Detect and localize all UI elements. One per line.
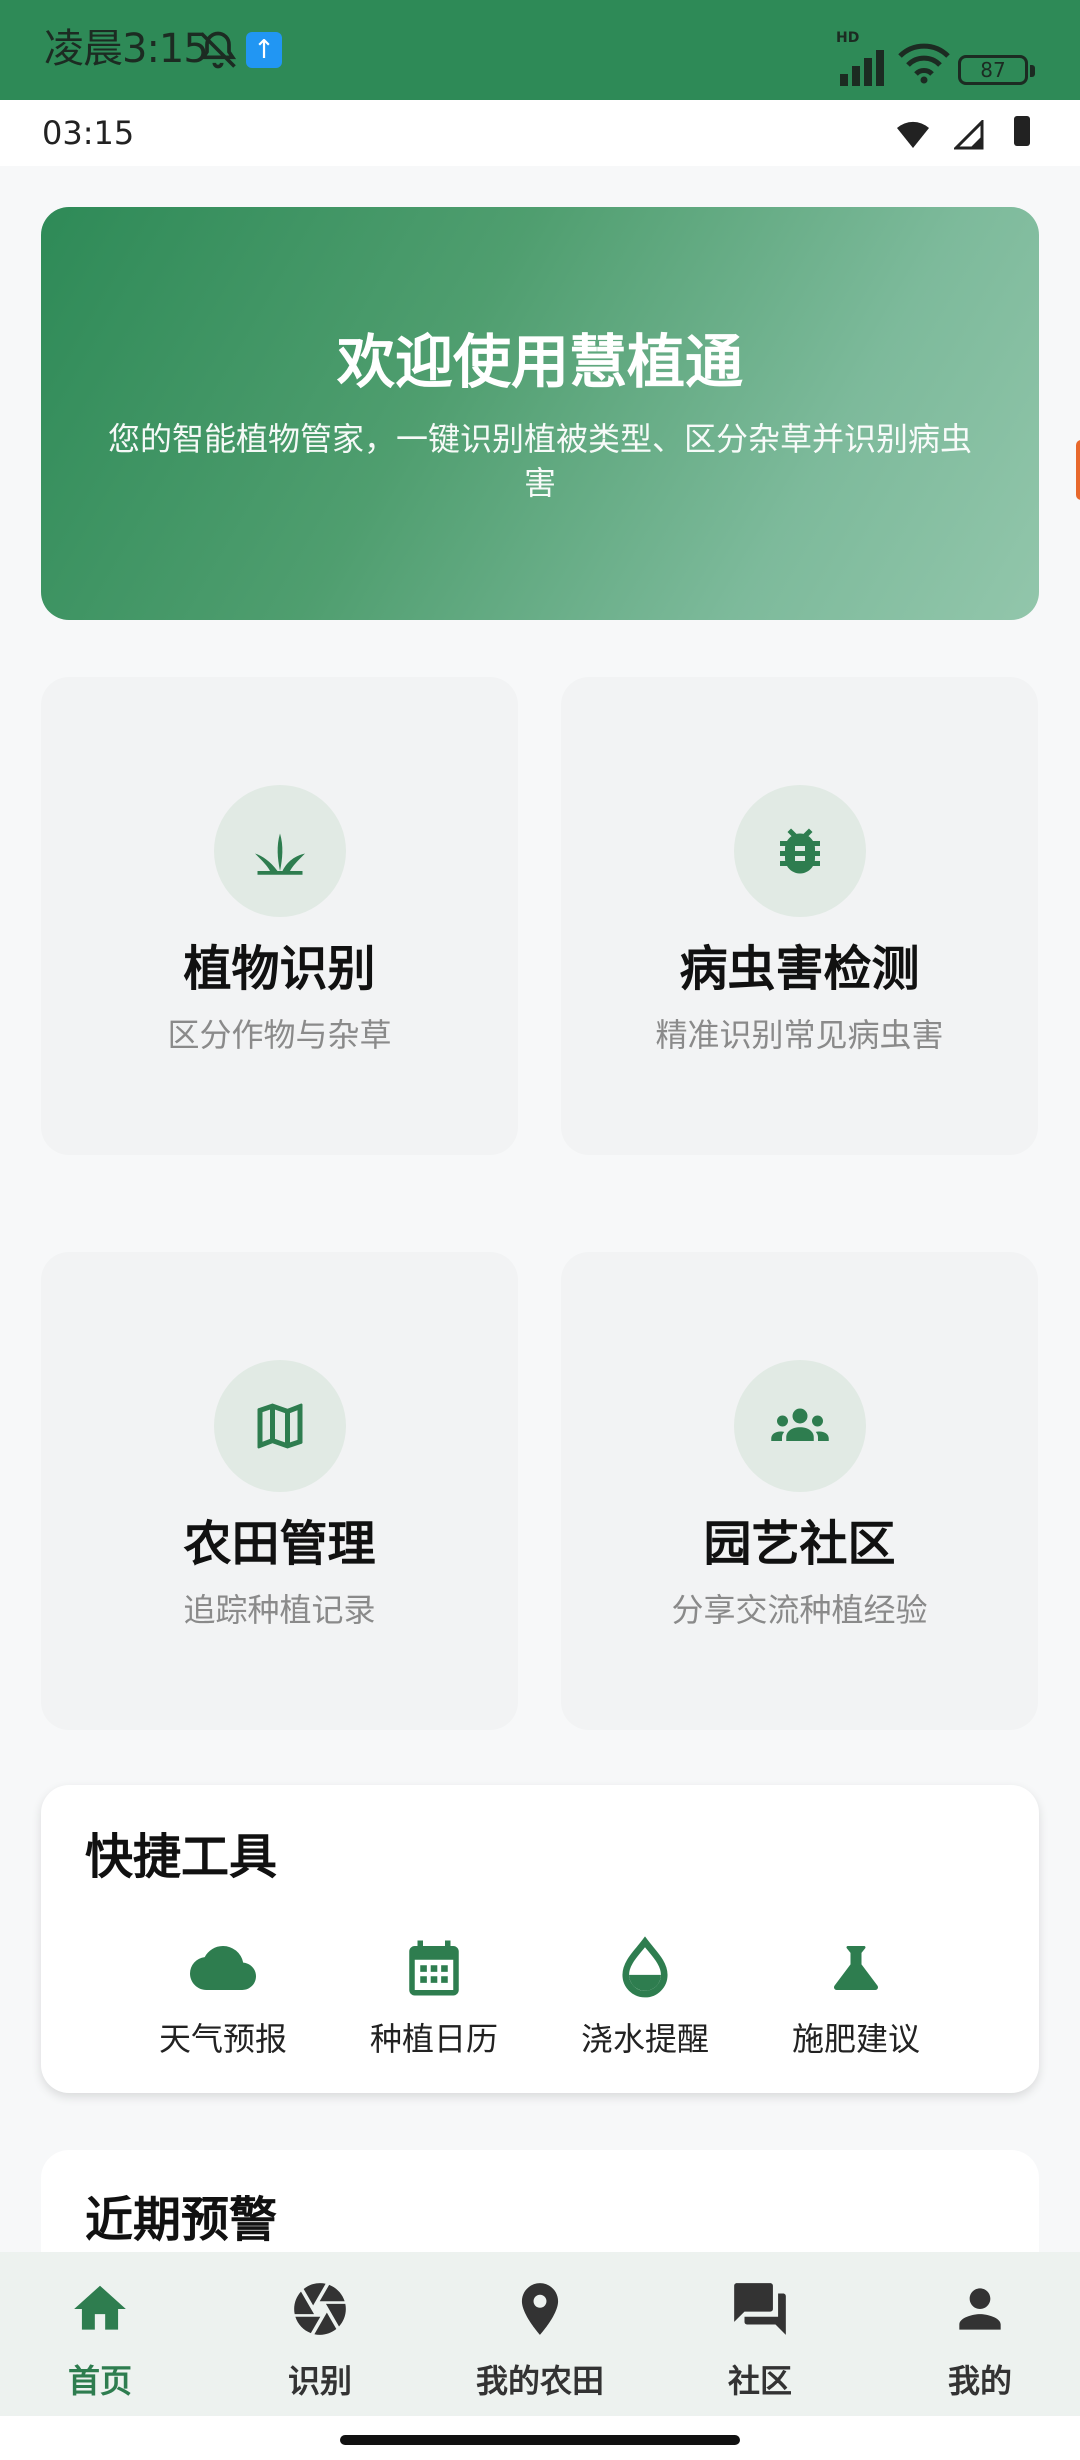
nav-label: 社区 [727,2362,792,2400]
tool-label: 天气预报 [158,2020,287,2058]
nav-label: 首页 [67,2362,132,2400]
tool-weather[interactable]: 天气预报 [123,1935,323,2065]
nav-label: 我的 [947,2362,1012,2400]
feature-title: 植物识别 [183,941,376,997]
bottom-navigation: 首页 识别 我的农田 社区 我的 [0,2252,1080,2416]
nav-profile[interactable]: 我的 [880,2278,1080,2400]
camera-aperture-icon [294,2283,346,2335]
home-icon [74,2285,126,2330]
map-icon [257,1403,303,1449]
tool-planting-calendar[interactable]: 种植日历 [334,1935,534,2065]
feature-card-field-management[interactable]: 农田管理 追踪种植记录 [41,1252,518,1730]
upload-notification-icon: ↑ [246,32,282,68]
feature-card-plant-id[interactable]: 植物识别 区分作物与杂草 [41,677,518,1155]
groups-icon [771,1408,829,1441]
home-gesture-bar[interactable] [340,2435,740,2445]
feature-title: 病虫害检测 [679,941,920,997]
chat-forum-icon [734,2283,786,2335]
tool-fertilizer-advice[interactable]: 施肥建议 [756,1935,956,2065]
app-clock: 03:15 [42,114,135,152]
cellular-signal-icon [954,120,984,150]
tool-label: 种植日历 [369,2020,498,2058]
calendar-icon [409,1940,459,1996]
feature-title: 农田管理 [183,1516,376,1572]
bug-icon [780,828,820,874]
battery-icon [1014,116,1030,146]
cloud-icon [190,1946,256,1990]
nav-my-fields[interactable]: 我的农田 [440,2278,640,2400]
tool-watering-reminder[interactable]: 浇水提醒 [545,1935,745,2065]
tool-label: 浇水提醒 [580,2020,709,2058]
location-pin-icon [521,2283,559,2335]
nav-label: 识别 [287,2362,352,2400]
nav-identify[interactable]: 识别 [220,2278,420,2400]
network-badge: HD [836,30,860,46]
feature-card-community[interactable]: 园艺社区 分享交流种植经验 [561,1252,1038,1730]
welcome-banner: 欢迎使用慧植通 您的智能植物管家，一键识别植被类型、区分杂草并识别病虫害 [41,207,1039,620]
battery-level: 87 [958,55,1035,85]
nav-home[interactable]: 首页 [0,2278,200,2400]
grass-icon [255,833,305,875]
wifi-icon [897,121,929,148]
feature-subtitle: 精准识别常见病虫害 [655,1016,944,1054]
feature-subtitle: 区分作物与杂草 [167,1016,392,1054]
flask-icon [834,1946,878,1990]
wifi-icon [898,43,950,84]
cellular-signal-icon [840,50,884,86]
welcome-subtitle: 您的智能植物管家，一键识别植被类型、区分杂草并识别病虫害 [107,420,972,502]
edge-floating-tab[interactable] [1076,440,1080,500]
system-clock: 凌晨3:15 [44,26,209,72]
water-drop-icon [622,1936,668,1998]
nav-label: 我的农田 [475,2362,604,2400]
bell-muted-icon [199,31,237,69]
quick-tools-panel: 快捷工具 天气预报 种植日历 浇水提醒 施肥建议 [41,1785,1039,2093]
welcome-title: 欢迎使用慧植通 [336,328,743,396]
recent-alerts-title: 近期预警 [85,2192,278,2248]
nav-community[interactable]: 社区 [660,2278,860,2400]
feature-subtitle: 追踪种植记录 [183,1591,376,1629]
person-icon [959,2288,1001,2330]
quick-tools-title: 快捷工具 [85,1829,278,1885]
feature-title: 园艺社区 [703,1516,896,1572]
feature-subtitle: 分享交流种植经验 [671,1591,928,1629]
feature-card-pest-detection[interactable]: 病虫害检测 精准识别常见病虫害 [561,677,1038,1155]
tool-label: 施肥建议 [791,2020,920,2058]
